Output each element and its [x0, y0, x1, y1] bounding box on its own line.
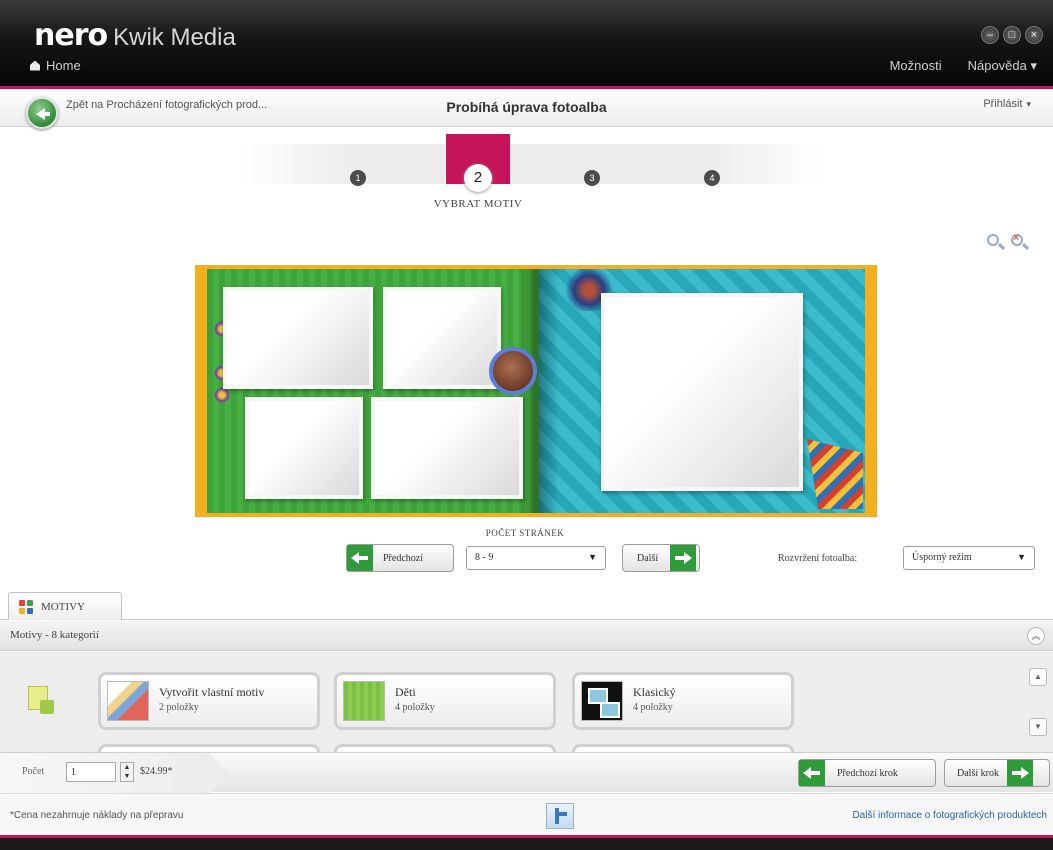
- menu-help[interactable]: Nápověda ▾: [968, 58, 1037, 74]
- zoom-controls: ×: [987, 232, 1030, 252]
- home-link[interactable]: Home: [30, 58, 81, 73]
- order-bar: Počet ▲▼ $24.99* Předchozí krok Další kr…: [0, 752, 1053, 793]
- chevron-down-icon: ▼: [588, 552, 597, 562]
- arrow-left-icon: [347, 545, 373, 571]
- price-label: $24.99*: [140, 766, 173, 777]
- window-controls: – □ ×: [981, 26, 1043, 44]
- layout-select[interactable]: Úsporný režim ▼: [903, 546, 1035, 570]
- zoom-in-icon[interactable]: [987, 234, 1006, 252]
- motif-count: 4 položky: [633, 702, 673, 713]
- menu-options[interactable]: Možnosti: [890, 58, 942, 74]
- prev-step-label: Předchozí krok: [837, 767, 898, 779]
- prev-pages-button[interactable]: Předchozí: [346, 544, 454, 572]
- next-pages-label: Další: [637, 552, 659, 564]
- app-brand: nero Kwik Media: [34, 18, 236, 53]
- motif-card-kids[interactable]: Děti 4 položky: [334, 672, 556, 730]
- photo-slot[interactable]: [371, 397, 523, 499]
- page-count-label: POČET STRÁNEK: [485, 528, 565, 538]
- cake-sticker: [489, 347, 537, 395]
- layout-label: Rozvržení fotoalba:: [778, 553, 858, 564]
- shipping-note: *Cena nezahrnuje náklady na přepravu: [10, 810, 184, 821]
- photo-slot[interactable]: [601, 293, 803, 491]
- chevron-down-icon: ▼: [1017, 552, 1026, 562]
- steps-track: [240, 144, 820, 184]
- scroll-down-icon[interactable]: ▼: [1029, 718, 1047, 736]
- bottom-accent: [0, 835, 1053, 850]
- tab-motifs[interactable]: MOTIVY: [8, 592, 122, 620]
- photo-slot[interactable]: [383, 287, 501, 389]
- album-edge-right: [865, 269, 873, 513]
- wizard-steps: 1 2 3 4 VYBRAT MOTIV: [240, 134, 820, 224]
- quantity-label: Počet: [22, 766, 45, 777]
- export-icon[interactable]: [546, 803, 574, 829]
- zoom-reset-icon[interactable]: ×: [1011, 232, 1030, 252]
- motif-name: Klasický: [633, 685, 676, 699]
- motif-scrollbar[interactable]: ▲ ▼: [1029, 662, 1049, 752]
- step-3[interactable]: 3: [584, 170, 600, 186]
- home-icon: [30, 60, 40, 71]
- page-range-select[interactable]: 8 - 9 ▼: [466, 546, 606, 570]
- signin-label: Přihlásit: [983, 98, 1023, 110]
- motif-card-classic[interactable]: Klasický 4 položky: [572, 672, 794, 730]
- title-bar: nero Kwik Media Home Možnosti Nápověda ▾ …: [0, 0, 1053, 86]
- motif-card-custom[interactable]: Vytvořit vlastní motiv 2 položky: [98, 672, 320, 730]
- product-info-link[interactable]: Další informace o fotografických produkt…: [852, 810, 1047, 821]
- category-bar: Motivy - 8 kategorií ︽: [0, 621, 1053, 651]
- motifs-icon: [19, 599, 33, 614]
- motif-list: Vytvořit vlastní motiv 2 položky Děti 4 …: [0, 652, 1053, 752]
- panel-tabs: MOTIVY: [0, 590, 1053, 620]
- next-pages-button[interactable]: Další: [622, 544, 700, 572]
- photo-slot[interactable]: [223, 287, 373, 389]
- footer: *Cena nezahrnuje náklady na přepravu Dal…: [0, 793, 1053, 835]
- arrow-right-icon: [670, 545, 697, 571]
- category-count-label: Motivy - 8 kategorií: [10, 629, 99, 641]
- breadcrumb-bar: Zpět na Procházení fotografických prod..…: [0, 89, 1053, 129]
- motif-thumbnail: [581, 681, 623, 721]
- album-edge-left: [199, 269, 207, 513]
- quantity-input[interactable]: [66, 762, 116, 782]
- maximize-icon[interactable]: □: [1003, 26, 1021, 44]
- motif-card[interactable]: [98, 744, 320, 752]
- app-name: Kwik Media: [113, 24, 236, 51]
- palette-icon: [107, 681, 149, 721]
- next-step-button[interactable]: Další krok: [944, 759, 1050, 787]
- album-spread[interactable]: [195, 265, 877, 517]
- close-icon[interactable]: ×: [1025, 26, 1043, 44]
- photo-slot[interactable]: [245, 397, 363, 499]
- motif-thumbnail: [343, 681, 385, 721]
- motif-name: Děti: [395, 685, 416, 699]
- active-step-label: VYBRAT MOTIV: [433, 198, 523, 210]
- step-4[interactable]: 4: [704, 170, 720, 186]
- scroll-up-icon[interactable]: ▲: [1029, 668, 1047, 686]
- motif-card[interactable]: [572, 744, 794, 752]
- page-title: Probíhá úprava fotoalba: [446, 99, 607, 115]
- prev-pages-label: Předchozí: [383, 552, 423, 564]
- motif-name: Vytvořit vlastní motiv: [159, 685, 265, 699]
- chevron-down-icon: ▾: [1026, 99, 1031, 109]
- minimize-icon[interactable]: –: [981, 26, 999, 44]
- next-step-label: Další krok: [957, 767, 999, 779]
- quantity-stepper[interactable]: ▲ ▼: [120, 762, 134, 782]
- arrow-left-icon: [799, 760, 825, 786]
- step-1[interactable]: 1: [350, 170, 366, 186]
- motif-count: 2 položky: [159, 702, 199, 713]
- prev-step-button[interactable]: Předchozí krok: [798, 759, 936, 787]
- tab-motifs-label: MOTIVY: [41, 600, 85, 613]
- home-label: Home: [46, 58, 81, 73]
- page-range-value: 8 - 9: [475, 552, 494, 563]
- flower-decoration: [211, 387, 233, 403]
- layout-value: Úsporný režim: [912, 552, 972, 563]
- collapse-icon[interactable]: ︽: [1027, 627, 1045, 645]
- motif-count: 4 položky: [395, 702, 435, 713]
- arrow-right-icon: [1006, 760, 1033, 786]
- motif-card[interactable]: [334, 744, 556, 752]
- signin-dropdown[interactable]: Přihlásit ▾: [983, 98, 1031, 110]
- open-folder-icon[interactable]: [20, 678, 60, 718]
- step-2[interactable]: 2: [464, 164, 492, 192]
- nero-logo: nero: [34, 18, 108, 53]
- top-menu: Možnosti Nápověda ▾: [890, 58, 1037, 74]
